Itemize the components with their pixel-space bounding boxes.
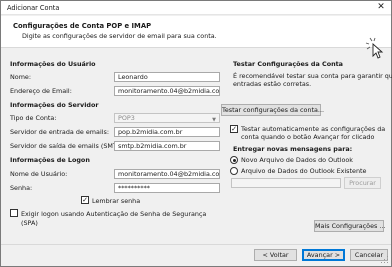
next-button[interactable]: Avançar > (302, 249, 345, 261)
new-data-file-radio[interactable] (230, 156, 238, 164)
server-info-heading: Informações do Servidor (10, 101, 99, 109)
spa-label-continued: (SPA) (21, 219, 38, 227)
resize-grip-icon[interactable] (381, 256, 389, 264)
back-button[interactable]: < Voltar (254, 249, 297, 261)
name-field[interactable]: Leonardo (114, 72, 220, 82)
auto-test-checkbox[interactable]: ✓ (230, 125, 238, 133)
existing-data-file-radio[interactable] (230, 167, 238, 175)
user-info-heading: Informações do Usuário (10, 60, 96, 68)
new-data-file-label: Novo Arquivo de Dados do Outlook (241, 156, 353, 164)
title-bar: Adicionar Conta ✕ (1, 1, 391, 15)
password-label: Senha: (10, 184, 33, 192)
remember-password-label: Lembrar senha (92, 197, 141, 205)
spa-checkbox[interactable] (10, 209, 18, 217)
email-label: Endereço de Email: (10, 87, 72, 95)
name-label: Nome: (10, 73, 32, 81)
email-field[interactable]: monitoramento.04@b2midia.com.br (114, 86, 220, 96)
more-settings-button[interactable]: Mais Configurações ... (314, 220, 385, 232)
checkmark-icon: ✓ (231, 125, 237, 133)
auto-test-label: Testar automaticamente as configurações … (241, 125, 386, 133)
add-account-dialog: Adicionar Conta ✕ Configurações de Conta… (0, 0, 392, 267)
account-type-value: POP3 (118, 114, 135, 122)
username-label: Nome de Usuário: (10, 170, 68, 178)
page-title: Configurações de Conta POP e IMAP (13, 22, 152, 30)
test-settings-description-continued: entradas estão corretas. (233, 80, 312, 88)
cursor-icon (365, 37, 384, 59)
account-type-select: POP3 ▼ (114, 113, 220, 123)
footer-divider (1, 244, 391, 245)
page-subtitle: Digite as configurações de servidor de e… (22, 32, 217, 40)
remember-password-checkbox[interactable]: ✓ (81, 196, 89, 204)
auto-test-label-continued: conta quando o botão Avançar for clicado (241, 133, 375, 141)
window-title: Adicionar Conta (7, 4, 60, 12)
username-field[interactable]: monitoramento.04@b2midia.com.br (114, 169, 220, 179)
outgoing-server-field[interactable]: smtp.b2midia.com.br (114, 141, 220, 151)
test-account-settings-button[interactable]: Testar configurações da conta... (221, 104, 324, 116)
chevron-down-icon: ▼ (212, 117, 216, 123)
existing-data-file-label: Arquivo de Dados do Outlook Existente (241, 167, 367, 175)
logon-info-heading: Informações de Logon (10, 156, 90, 164)
spa-label: Exigir logon usando Autenticação de Senh… (21, 210, 207, 218)
account-type-label: Tipo de Conta: (10, 114, 57, 122)
password-field[interactable]: ********** (114, 183, 220, 193)
delivery-heading: Entregar novas mensagens para: (233, 145, 353, 153)
incoming-server-field[interactable]: pop.b2midia.com.br (114, 127, 220, 137)
close-icon[interactable]: ✕ (373, 2, 389, 13)
test-settings-heading: Testar Configurações da Conta (233, 60, 343, 68)
test-settings-description: É recomendável testar sua conta para gar… (233, 72, 392, 80)
incoming-server-label: Servidor de entrada de emails: (10, 128, 109, 136)
browse-button: Procurar (344, 177, 381, 189)
data-file-path-field (231, 178, 341, 188)
checkmark-icon: ✓ (82, 196, 88, 204)
outgoing-server-label: Servidor de saída de emails (SMTP): (10, 142, 126, 150)
dialog-header: Configurações de Conta POP e IMAP Digite… (1, 16, 391, 59)
